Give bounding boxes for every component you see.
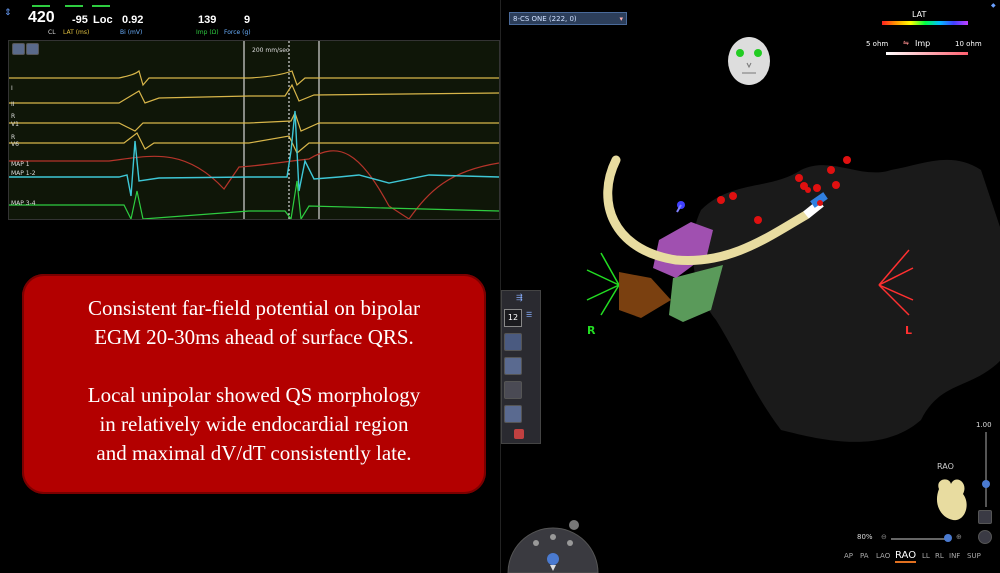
annotation-line: and maximal dV/dT consistently late. <box>96 441 412 465</box>
imp-value: 139 <box>198 14 217 26</box>
chevron-up-down-icon[interactable]: ⇕ <box>4 8 12 18</box>
lat-label: LAT (ms) <box>63 29 90 36</box>
cl-label: CL <box>48 29 56 36</box>
panel-marker-icon: ◆ <box>991 2 996 9</box>
view-buttons: AP PA LAO RAO LL RL INF SUP <box>844 550 994 564</box>
zoom-vertical-handle[interactable] <box>982 480 990 488</box>
orientation-left-label: L <box>905 324 913 337</box>
annotation-line: Local unipolar showed QS morphology <box>87 383 421 407</box>
vertical-toolbar: ⇶ 12 ☰ <box>501 290 541 444</box>
egm-panel: I II R V1 R V6 MAP 1 MAP 1-2 MAP 3-4 200… <box>8 40 500 220</box>
reset-view-icon[interactable] <box>978 510 992 524</box>
annotation-line: EGM 20-30ms ahead of surface QRS. <box>94 325 414 349</box>
view-name-label: RAO <box>937 462 954 471</box>
cl-indicator <box>32 5 50 7</box>
channel-label: V6 <box>11 141 19 148</box>
status-bar: ⇕ 420 CL -95 LAT (ms) Loc 0.92 Bi (mV) 1… <box>0 0 500 38</box>
zoom-out-icon[interactable]: ⊖ <box>881 533 887 541</box>
imp-color-bar <box>886 52 968 55</box>
lat-legend-label: LAT <box>912 10 927 19</box>
bi-value: 0.92 <box>122 14 144 26</box>
view-button-ll[interactable]: LL <box>922 552 930 560</box>
lat-color-bar <box>882 21 968 25</box>
zoom-max-label: 1.00 <box>976 421 992 429</box>
view-button-inf[interactable]: INF <box>949 552 960 560</box>
channel-label: II <box>11 101 15 108</box>
view-button-lao[interactable]: LAO <box>876 552 890 560</box>
loc-value: Loc <box>93 14 113 26</box>
imp-icon: ⇋ <box>903 39 909 47</box>
magnet-icon[interactable] <box>504 357 522 375</box>
channel-label: MAP 1 <box>11 161 30 168</box>
channel-label: R <box>11 113 16 120</box>
list-icon[interactable]: ☰ <box>526 311 532 319</box>
map-panel[interactable]: 8-CS ONE (222, 0) ▾ LAT 5 ohm ⇋ Imp 10 o… <box>500 0 1000 573</box>
map-selector-label: 8-CS ONE (222, 0) <box>513 15 577 23</box>
tag-icon[interactable] <box>504 405 522 423</box>
zoom-vertical-track[interactable] <box>985 432 987 507</box>
channel-label: I <box>11 85 13 92</box>
annotation-line: in relatively wide endocardial region <box>99 412 409 436</box>
lat-indicator <box>65 5 83 7</box>
zoom-percent-label: 80% <box>857 533 873 541</box>
channel-label: MAP 3-4 <box>11 200 36 207</box>
imp-max-label: 10 ohm <box>955 40 982 48</box>
imp-legend-label: Imp <box>915 39 931 48</box>
palette-icon[interactable] <box>514 429 524 439</box>
zoom-in-icon[interactable]: ⊕ <box>956 533 962 541</box>
view-button-sup[interactable]: SUP <box>967 552 981 560</box>
zoom-slider-handle[interactable] <box>944 534 952 542</box>
imp-min-label: 5 ohm <box>866 40 889 48</box>
lat-value: -95 <box>72 14 88 26</box>
collapse-icon[interactable]: ⇶ <box>516 293 523 302</box>
channel-label: R <box>11 134 16 141</box>
rotation-control[interactable] <box>506 515 600 573</box>
channel-label: MAP 1-2 <box>11 170 36 177</box>
chevron-down-icon: ▾ <box>619 15 623 23</box>
heart-orientation-icon <box>936 479 967 521</box>
view-button-rao[interactable]: RAO <box>895 550 917 563</box>
view-button-ap[interactable]: AP <box>844 552 853 560</box>
zoom-slider-track[interactable] <box>891 538 951 540</box>
orientation-right-label: R <box>587 324 596 337</box>
bi-indicator <box>92 5 110 7</box>
bi-label: Bi (mV) <box>120 29 143 36</box>
rotate-view-icon[interactable] <box>978 530 992 544</box>
toolbar-count: 12 <box>507 313 519 322</box>
channel-label: V1 <box>11 121 19 128</box>
toolbar-count-field[interactable]: 12 <box>504 309 522 327</box>
map-tool-icon[interactable] <box>504 381 522 399</box>
egm-traces <box>9 41 499 219</box>
sweep-speed-label: 200 mm/sec <box>252 47 290 54</box>
map-selector[interactable]: 8-CS ONE (222, 0) ▾ <box>509 12 627 25</box>
annotation-box: Consistent far-field potential on bipola… <box>22 274 486 494</box>
annotation-line: Consistent far-field potential on bipola… <box>87 296 420 320</box>
imp-label: Imp (Ω) <box>196 29 219 36</box>
view-button-rl[interactable]: RL <box>935 552 944 560</box>
layers-icon[interactable] <box>504 333 522 351</box>
force-label: Force (g) <box>224 29 251 36</box>
view-button-pa[interactable]: PA <box>860 552 869 560</box>
cl-value: 420 <box>28 9 55 26</box>
force-value: 9 <box>244 14 251 26</box>
anatomy-map-view[interactable] <box>501 60 1000 480</box>
